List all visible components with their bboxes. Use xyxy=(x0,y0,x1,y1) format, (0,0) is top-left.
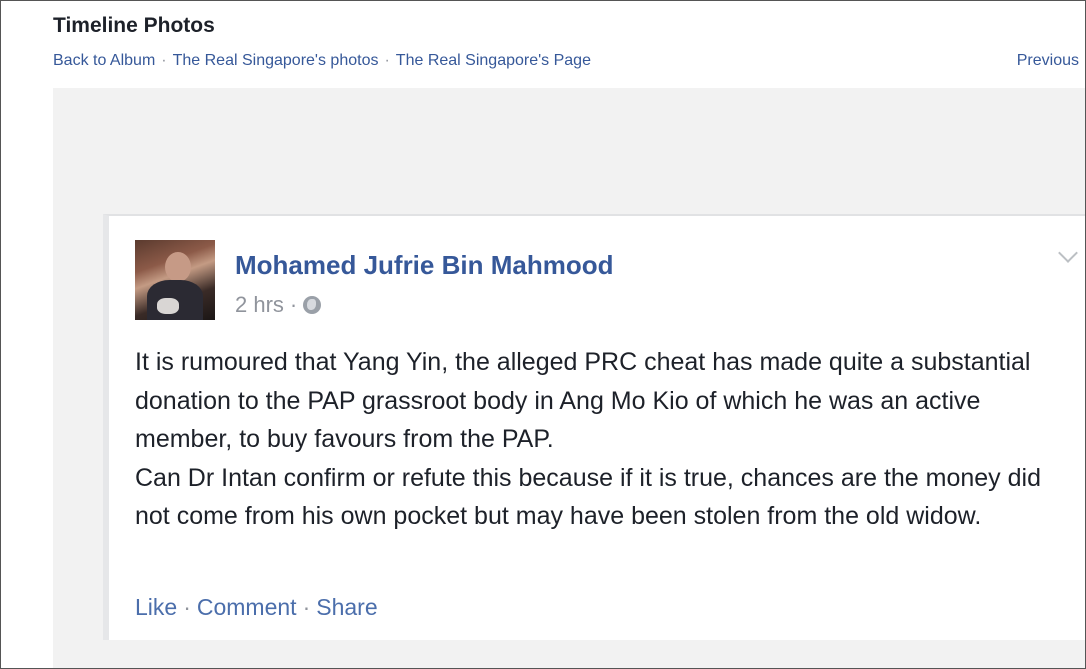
post-card: Mohamed Jufrie Bin Mahmood 2 hrs · It is… xyxy=(103,214,1085,640)
post-author-name[interactable]: Mohamed Jufrie Bin Mahmood xyxy=(235,250,613,281)
breadcrumb-page[interactable]: The Real Singapore's Page xyxy=(396,52,591,69)
breadcrumb-photos[interactable]: The Real Singapore's photos xyxy=(173,52,379,69)
avatar-figure-detail xyxy=(157,298,179,314)
post-paragraph: Can Dr Intan confirm or refute this beca… xyxy=(135,463,1041,531)
meta-separator: · xyxy=(289,292,298,317)
breadcrumb-back-to-album[interactable]: Back to Album xyxy=(53,52,155,69)
avatar-figure-head xyxy=(165,252,191,282)
post-paragraph: It is rumoured that Yang Yin, the allege… xyxy=(135,348,1031,454)
previous-link[interactable]: Previous xyxy=(1017,52,1079,70)
breadcrumb-separator: · xyxy=(161,52,167,69)
page-title: Timeline Photos xyxy=(53,14,215,37)
post-timestamp[interactable]: 2 hrs xyxy=(235,292,284,318)
like-button[interactable]: Like xyxy=(135,594,177,620)
comment-button[interactable]: Comment xyxy=(197,594,297,620)
share-button[interactable]: Share xyxy=(316,594,377,620)
post-actions: Like · Comment · Share xyxy=(135,594,378,621)
action-separator: · xyxy=(183,594,191,620)
breadcrumb-separator: · xyxy=(384,52,390,69)
breadcrumb: Back to Album · The Real Singapore's photo… xyxy=(53,52,591,70)
action-separator: · xyxy=(302,594,311,620)
globe-icon[interactable] xyxy=(303,296,322,314)
post-meta: 2 hrs · xyxy=(235,292,322,318)
avatar[interactable] xyxy=(135,240,215,320)
post-body: It is rumoured that Yang Yin, the allege… xyxy=(135,343,1055,536)
chevron-down-icon[interactable] xyxy=(1058,243,1078,263)
